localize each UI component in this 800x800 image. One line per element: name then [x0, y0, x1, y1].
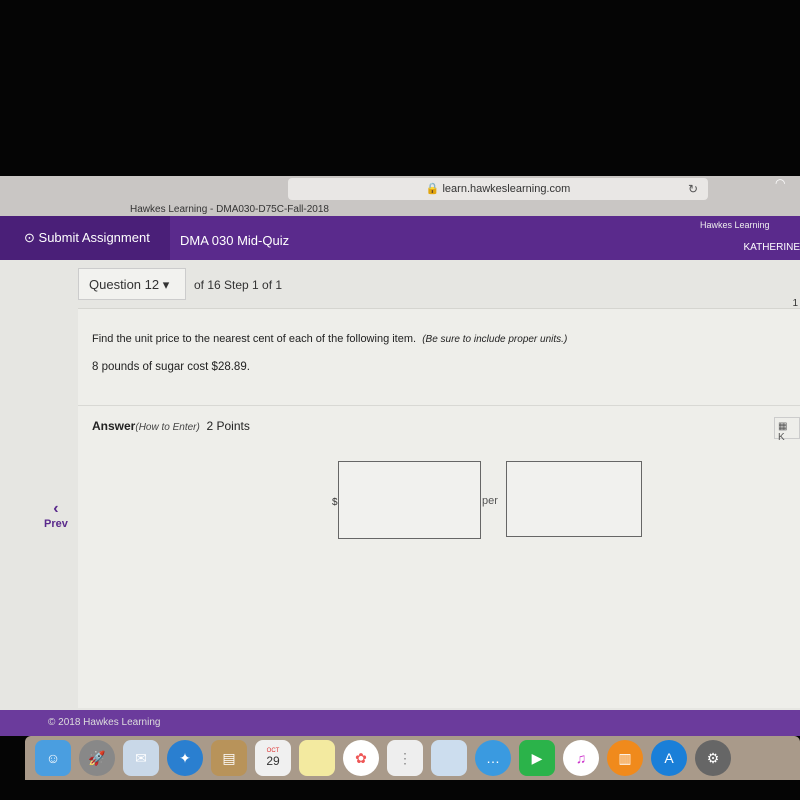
main-content: Question 12 ▾ of 16 Step 1 of 1 1 Find t… — [0, 260, 800, 710]
reminders-icon[interactable]: ⋮ — [387, 740, 423, 776]
price-input[interactable] — [338, 461, 481, 539]
photos-icon[interactable]: ✿ — [343, 740, 379, 776]
lock-icon: 🔒 — [425, 183, 440, 195]
question-prompt: Find the unit price to the nearest cent … — [92, 333, 568, 345]
facetime-icon[interactable]: ▶ — [519, 740, 555, 776]
calendar-icon[interactable]: OCT 29 — [255, 740, 291, 776]
answer-header: Answer(How to Enter) 2 Points — [92, 419, 250, 433]
address-bar[interactable]: 🔒 learn.hawkeslearning.com ↻ — [288, 178, 708, 200]
question-selector[interactable]: Question 12 ▾ — [78, 268, 186, 300]
per-label: per — [482, 495, 498, 507]
tab-hawkes[interactable]: Hawkes Learning — [700, 220, 770, 230]
browser-toolbar: 🔒 learn.hawkeslearning.com ↻ Hawkes Learn… — [0, 176, 800, 216]
divider — [78, 405, 800, 406]
submit-icon: ⊙ — [24, 230, 35, 245]
wifi-icon: ◠ — [775, 176, 786, 190]
dollar-sign: $ — [332, 497, 338, 508]
contacts-icon[interactable]: ▤ — [211, 740, 247, 776]
launchpad-icon[interactable]: 🚀 — [79, 740, 115, 776]
mail-icon[interactable]: ✉ — [123, 740, 159, 776]
maps-icon[interactable] — [431, 740, 467, 776]
question-progress: of 16 Step 1 of 1 — [194, 278, 283, 292]
submit-assignment-button[interactable]: ⊙ Submit Assignment — [0, 216, 170, 260]
dock: ☺ 🚀 ✉ ✦ ▤ OCT 29 ✿ ⋮ … ▶ ♫ ▥ A ⚙ — [25, 736, 800, 780]
prev-button[interactable]: ‹ Prev — [44, 500, 68, 530]
tab-title[interactable]: Hawkes Learning - DMA030-D75C-Fall-2018 — [130, 204, 329, 215]
reload-icon[interactable]: ↻ — [688, 178, 698, 200]
calculator-icon: ▦ — [778, 421, 788, 432]
keypad-button[interactable]: ▦ K — [774, 417, 800, 443]
footer: © 2018 Hawkes Learning — [0, 710, 800, 736]
quiz-name: DMA 030 Mid-Quiz — [180, 233, 290, 248]
top-bar: ⊙ Submit Assignment DMA 030 Mid-Quiz Haw… — [0, 216, 800, 260]
caret-down-icon: ▾ — [162, 277, 170, 292]
app-store-icon[interactable]: A — [651, 740, 687, 776]
finder-icon[interactable]: ☺ — [35, 740, 71, 776]
unit-input[interactable] — [506, 461, 642, 537]
ibooks-icon[interactable]: ▥ — [607, 740, 643, 776]
chevron-left-icon: ‹ — [53, 500, 59, 517]
safari-icon[interactable]: ✦ — [167, 740, 203, 776]
notes-icon[interactable] — [299, 740, 335, 776]
itunes-icon[interactable]: ♫ — [563, 740, 599, 776]
system-preferences-icon[interactable]: ⚙ — [695, 740, 731, 776]
how-to-enter-link[interactable]: (How to Enter) — [135, 422, 199, 433]
messages-icon[interactable]: … — [475, 740, 511, 776]
question-card: Find the unit price to the nearest cent … — [78, 308, 800, 708]
question-given: 8 pounds of sugar cost $28.89. — [92, 361, 250, 373]
user-name[interactable]: KATHERINE — [744, 242, 800, 253]
